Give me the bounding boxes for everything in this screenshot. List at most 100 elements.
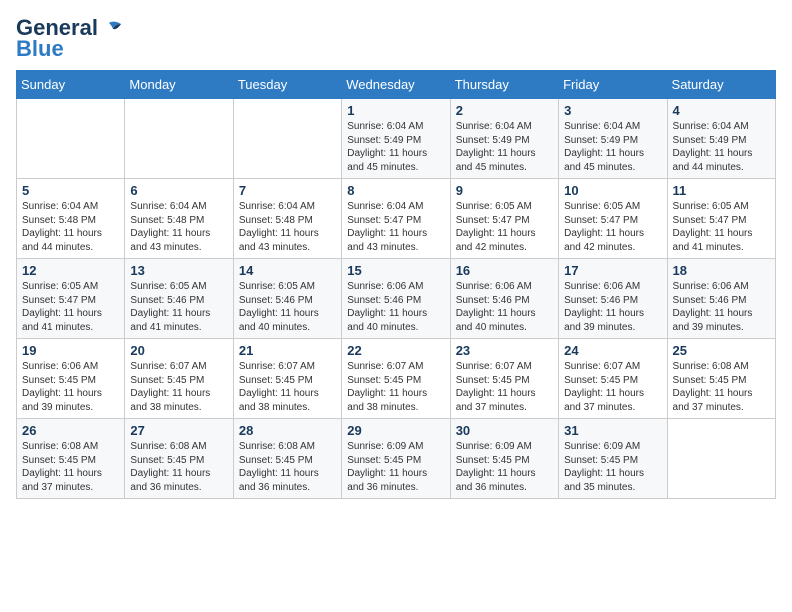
- day-number: 31: [564, 423, 661, 438]
- calendar-cell: 15 Sunrise: 6:06 AM Sunset: 5:46 PM Dayli…: [342, 259, 450, 339]
- day-info: Sunrise: 6:07 AM Sunset: 5:45 PM Dayligh…: [564, 360, 661, 414]
- calendar-cell: 10 Sunrise: 6:05 AM Sunset: 5:47 PM Dayli…: [559, 179, 667, 259]
- calendar-cell: 13 Sunrise: 6:05 AM Sunset: 5:46 PM Dayli…: [125, 259, 233, 339]
- calendar-cell: 4 Sunrise: 6:04 AM Sunset: 5:49 PM Daylig…: [667, 99, 775, 179]
- day-number: 24: [564, 343, 661, 358]
- day-info: Sunrise: 6:09 AM Sunset: 5:45 PM Dayligh…: [456, 440, 553, 494]
- day-info: Sunrise: 6:04 AM Sunset: 5:48 PM Dayligh…: [22, 200, 119, 254]
- day-info: Sunrise: 6:06 AM Sunset: 5:46 PM Dayligh…: [564, 280, 661, 334]
- calendar-cell: 22 Sunrise: 6:07 AM Sunset: 5:45 PM Dayli…: [342, 339, 450, 419]
- calendar-cell: 8Sunrise: 6:04 AM Sunset: 5:47 PM Daylig…: [342, 179, 450, 259]
- calendar-week-row: 12 Sunrise: 6:05 AM Sunset: 5:47 PM Dayli…: [17, 259, 776, 339]
- weekday-header-thursday: Thursday: [450, 71, 558, 99]
- calendar-week-row: 5 Sunrise: 6:04 AM Sunset: 5:48 PM Daylig…: [17, 179, 776, 259]
- calendar-cell: 12 Sunrise: 6:05 AM Sunset: 5:47 PM Dayli…: [17, 259, 125, 339]
- weekday-header-wednesday: Wednesday: [342, 71, 450, 99]
- day-info: Sunrise: 6:09 AM Sunset: 5:45 PM Dayligh…: [564, 440, 661, 494]
- calendar-cell: 9 Sunrise: 6:05 AM Sunset: 5:47 PM Daylig…: [450, 179, 558, 259]
- day-number: 4: [673, 103, 770, 118]
- calendar-cell: 18 Sunrise: 6:06 AM Sunset: 5:46 PM Dayli…: [667, 259, 775, 339]
- day-info: Sunrise: 6:05 AM Sunset: 5:47 PM Dayligh…: [456, 200, 553, 254]
- day-info: Sunrise: 6:08 AM Sunset: 5:45 PM Dayligh…: [239, 440, 336, 494]
- day-info: Sunrise: 6:07 AM Sunset: 5:45 PM Dayligh…: [130, 360, 227, 414]
- weekday-header-friday: Friday: [559, 71, 667, 99]
- day-number: 21: [239, 343, 336, 358]
- day-number: 15: [347, 263, 444, 278]
- day-number: 10: [564, 183, 661, 198]
- day-number: 6: [130, 183, 227, 198]
- day-info: Sunrise: 6:05 AM Sunset: 5:47 PM Dayligh…: [673, 200, 770, 254]
- day-info: Sunrise: 6:04 AM Sunset: 5:49 PM Dayligh…: [347, 120, 444, 174]
- day-info: Sunrise: 6:05 AM Sunset: 5:46 PM Dayligh…: [130, 280, 227, 334]
- day-number: 7: [239, 183, 336, 198]
- calendar-cell: [233, 99, 341, 179]
- calendar-cell: 16Sunrise: 6:06 AM Sunset: 5:46 PM Dayli…: [450, 259, 558, 339]
- day-number: 13: [130, 263, 227, 278]
- weekday-header-row: SundayMondayTuesdayWednesdayThursdayFrid…: [17, 71, 776, 99]
- calendar-cell: 24 Sunrise: 6:07 AM Sunset: 5:45 PM Dayli…: [559, 339, 667, 419]
- day-info: Sunrise: 6:04 AM Sunset: 5:49 PM Dayligh…: [673, 120, 770, 174]
- calendar-cell: 5 Sunrise: 6:04 AM Sunset: 5:48 PM Daylig…: [17, 179, 125, 259]
- day-number: 8: [347, 183, 444, 198]
- calendar-week-row: 26 Sunrise: 6:08 AM Sunset: 5:45 PM Dayli…: [17, 419, 776, 499]
- calendar-cell: 11 Sunrise: 6:05 AM Sunset: 5:47 PM Dayli…: [667, 179, 775, 259]
- logo: General Blue: [16, 16, 121, 62]
- day-number: 2: [456, 103, 553, 118]
- calendar-cell: 21 Sunrise: 6:07 AM Sunset: 5:45 PM Dayli…: [233, 339, 341, 419]
- day-info: Sunrise: 6:08 AM Sunset: 5:45 PM Dayligh…: [130, 440, 227, 494]
- day-number: 27: [130, 423, 227, 438]
- logo-bird-icon: [99, 21, 121, 37]
- calendar-cell: 3 Sunrise: 6:04 AM Sunset: 5:49 PM Daylig…: [559, 99, 667, 179]
- day-number: 11: [673, 183, 770, 198]
- calendar-cell: 14Sunrise: 6:05 AM Sunset: 5:46 PM Dayli…: [233, 259, 341, 339]
- calendar-cell: [667, 419, 775, 499]
- weekday-header-monday: Monday: [125, 71, 233, 99]
- calendar-cell: 1 Sunrise: 6:04 AM Sunset: 5:49 PM Daylig…: [342, 99, 450, 179]
- day-number: 23: [456, 343, 553, 358]
- calendar-cell: 26 Sunrise: 6:08 AM Sunset: 5:45 PM Dayli…: [17, 419, 125, 499]
- calendar-week-row: 1 Sunrise: 6:04 AM Sunset: 5:49 PM Daylig…: [17, 99, 776, 179]
- day-number: 25: [673, 343, 770, 358]
- day-info: Sunrise: 6:07 AM Sunset: 5:45 PM Dayligh…: [239, 360, 336, 414]
- day-info: Sunrise: 6:06 AM Sunset: 5:46 PM Dayligh…: [347, 280, 444, 334]
- calendar-cell: 29Sunrise: 6:09 AM Sunset: 5:45 PM Dayli…: [342, 419, 450, 499]
- weekday-header-sunday: Sunday: [17, 71, 125, 99]
- day-info: Sunrise: 6:06 AM Sunset: 5:46 PM Dayligh…: [673, 280, 770, 334]
- calendar-cell: 31 Sunrise: 6:09 AM Sunset: 5:45 PM Dayli…: [559, 419, 667, 499]
- day-info: Sunrise: 6:08 AM Sunset: 5:45 PM Dayligh…: [22, 440, 119, 494]
- day-number: 29: [347, 423, 444, 438]
- day-number: 19: [22, 343, 119, 358]
- day-number: 22: [347, 343, 444, 358]
- calendar-cell: 6 Sunrise: 6:04 AM Sunset: 5:48 PM Daylig…: [125, 179, 233, 259]
- calendar-cell: 30 Sunrise: 6:09 AM Sunset: 5:45 PM Dayli…: [450, 419, 558, 499]
- day-info: Sunrise: 6:05 AM Sunset: 5:47 PM Dayligh…: [22, 280, 119, 334]
- day-info: Sunrise: 6:07 AM Sunset: 5:45 PM Dayligh…: [347, 360, 444, 414]
- logo-blue-text: Blue: [16, 36, 64, 62]
- day-number: 5: [22, 183, 119, 198]
- calendar-cell: 20 Sunrise: 6:07 AM Sunset: 5:45 PM Dayli…: [125, 339, 233, 419]
- day-info: Sunrise: 6:04 AM Sunset: 5:49 PM Dayligh…: [564, 120, 661, 174]
- calendar-cell: 7Sunrise: 6:04 AM Sunset: 5:48 PM Daylig…: [233, 179, 341, 259]
- day-number: 20: [130, 343, 227, 358]
- day-number: 30: [456, 423, 553, 438]
- weekday-header-saturday: Saturday: [667, 71, 775, 99]
- calendar-cell: 28 Sunrise: 6:08 AM Sunset: 5:45 PM Dayli…: [233, 419, 341, 499]
- day-number: 3: [564, 103, 661, 118]
- calendar-cell: 2Sunrise: 6:04 AM Sunset: 5:49 PM Daylig…: [450, 99, 558, 179]
- header: General Blue: [16, 16, 776, 62]
- calendar-cell: 27 Sunrise: 6:08 AM Sunset: 5:45 PM Dayli…: [125, 419, 233, 499]
- day-number: 18: [673, 263, 770, 278]
- day-info: Sunrise: 6:05 AM Sunset: 5:47 PM Dayligh…: [564, 200, 661, 254]
- calendar-cell: [125, 99, 233, 179]
- day-number: 14: [239, 263, 336, 278]
- day-number: 28: [239, 423, 336, 438]
- day-number: 9: [456, 183, 553, 198]
- day-number: 16: [456, 263, 553, 278]
- day-number: 12: [22, 263, 119, 278]
- day-number: 26: [22, 423, 119, 438]
- day-number: 1: [347, 103, 444, 118]
- calendar-cell: 23 Sunrise: 6:07 AM Sunset: 5:45 PM Dayli…: [450, 339, 558, 419]
- day-info: Sunrise: 6:07 AM Sunset: 5:45 PM Dayligh…: [456, 360, 553, 414]
- calendar-cell: 25Sunrise: 6:08 AM Sunset: 5:45 PM Dayli…: [667, 339, 775, 419]
- day-info: Sunrise: 6:04 AM Sunset: 5:48 PM Dayligh…: [130, 200, 227, 254]
